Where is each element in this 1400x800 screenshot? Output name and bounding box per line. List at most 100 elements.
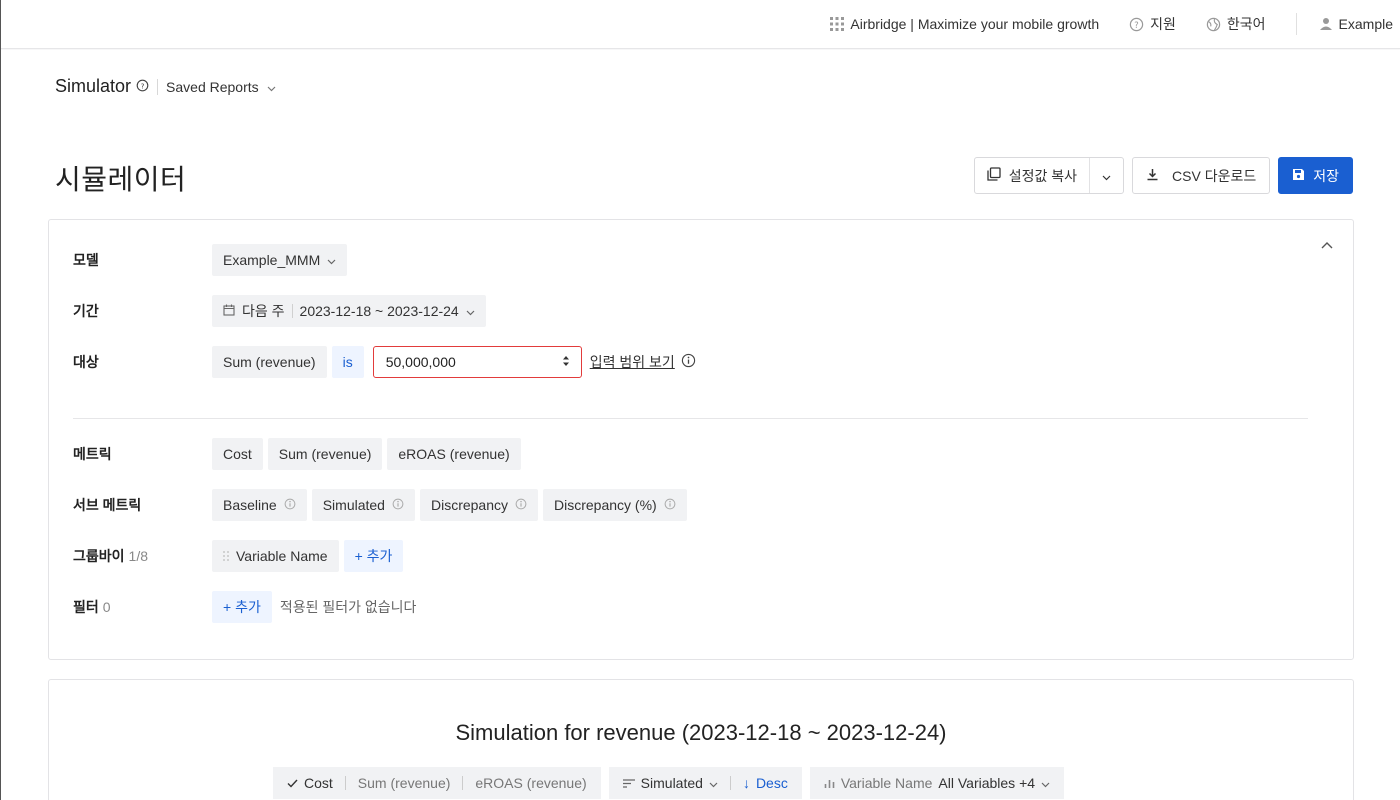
dimension-value: All Variables +4 [938,775,1036,791]
filter-row: 필터 0 + 추가 적용된 필터가 없습니다 [73,591,416,623]
globe-icon [1206,17,1221,32]
metric-chip[interactable]: eROAS (revenue) [387,438,521,470]
chevron-down-icon [327,252,336,268]
target-operator-chip[interactable]: is [331,346,364,378]
groupby-label: 그룹바이 [73,548,125,564]
top-bar: Airbridge | Maximize your mobile growth … [1,0,1400,49]
groupby-chip[interactable]: Variable Name [212,540,339,572]
period-label: 기간 [73,303,99,319]
page-content: Simulator ? Saved Reports 시뮬레이터 설정값 복사 C… [1,50,1400,800]
arrow-down-icon: ↓ [742,775,750,791]
filter-label-wrap: 필터 0 [73,597,212,617]
language-selector[interactable]: 한국어 [1206,14,1266,34]
drag-handle-icon[interactable] [223,548,229,564]
simulation-controls: Cost Sum (revenue) eROAS (revenue) Simul… [273,767,1065,799]
target-metric: Sum (revenue) [223,354,316,370]
breadcrumb: Simulator ? Saved Reports [55,76,276,97]
submetric-label: Discrepancy (%) [554,497,657,513]
saved-reports-label: Saved Reports [166,78,259,95]
submetric-label: Simulated [322,497,385,513]
app-switcher[interactable]: Airbridge | Maximize your mobile growth [830,16,1099,32]
dimension-selector[interactable]: Variable Name All Variables +4 [809,767,1065,799]
user-menu[interactable]: Example [1319,16,1393,32]
period-range: 2023-12-18 ~ 2023-12-24 [299,303,459,319]
save-label: 저장 [1313,167,1339,184]
saved-reports-dropdown[interactable]: Saved Reports [166,79,276,95]
filter-label: 필터 [73,599,99,615]
sort-direction[interactable]: Desc [756,775,788,791]
submetric-label: Discrepancy [430,497,508,513]
simulation-config-card: 모델 Example_MMM 기간 다음 주 2023-12-18 ~ 2023… [48,219,1354,660]
metric-chip[interactable]: Cost [212,438,263,470]
view-range-link[interactable]: 입력 범위 보기 [590,352,696,372]
metric-selected: Cost [304,775,333,791]
user-icon [1319,17,1333,31]
check-icon [287,775,298,791]
copy-settings-more-button[interactable] [1089,158,1123,193]
add-groupby-button[interactable]: + 추가 [343,540,404,572]
info-icon [664,497,676,513]
target-metric-chip[interactable]: Sum (revenue) [212,346,327,378]
submetrics-row: 서브 메트릭 Baseline Simulated Discrepancy Di… [73,489,692,521]
save-button[interactable]: 저장 [1278,157,1353,194]
support-label: 지원 [1150,16,1176,32]
copy-icon [987,167,1001,184]
submetric-label: Baseline [223,497,277,513]
header-actions: 설정값 복사 CSV 다운로드 저장 [973,157,1353,194]
model-row: 모델 Example_MMM [73,244,352,276]
period-divider [291,304,293,318]
no-filter-text: 적용된 필터가 없습니다 [279,599,417,615]
period-dropdown[interactable]: 다음 주 2023-12-18 ~ 2023-12-24 [212,295,486,327]
submetric-chip[interactable]: Simulated [311,489,415,521]
submetric-chip[interactable]: Discrepancy [419,489,538,521]
submetric-chip[interactable]: Discrepancy (%) [543,489,687,521]
grid-icon [830,17,845,31]
calendar-icon [223,303,235,319]
chevron-down-icon [1102,168,1111,184]
metric-selector[interactable]: Cost Sum (revenue) eROAS (revenue) [273,767,601,799]
info-icon [284,497,296,513]
info-icon [681,353,696,371]
target-label: 대상 [73,354,99,370]
svg-text:?: ? [1134,19,1138,29]
help-circle-icon[interactable]: ? [136,76,149,97]
help-circle-icon: ? [1129,17,1144,32]
csv-download-content: CSV 다운로드 [1133,158,1269,193]
groupby-label-wrap: 그룹바이 1/8 [73,546,212,566]
view-range-label: 입력 범위 보기 [589,354,675,370]
target-value-input[interactable]: 50,000,000 [372,346,582,378]
submetric-chip[interactable]: Baseline [212,489,307,521]
period-row: 기간 다음 주 2023-12-18 ~ 2023-12-24 [73,295,491,327]
info-icon [515,497,527,513]
breadcrumb-title: Simulator [55,76,132,96]
metric-chip[interactable]: Sum (revenue) [267,438,383,470]
simulation-result-card: Simulation for revenue (2023-12-18 ~ 202… [48,679,1354,800]
model-value: Example_MMM [223,252,321,268]
sort-icon [622,775,635,791]
model-dropdown[interactable]: Example_MMM [212,244,348,276]
metric-option[interactable]: Sum (revenue) [358,775,451,791]
target-value: 50,000,000 [385,354,456,370]
groupby-count: 1/8 [128,548,148,564]
save-icon [1292,168,1305,184]
divider [344,776,346,790]
stepper-icon[interactable] [561,354,571,371]
chevron-down-icon [267,79,276,95]
sort-selector[interactable]: Simulated ↓ Desc [608,767,802,799]
sort-by: Simulated [640,775,703,791]
language-label: 한국어 [1226,16,1266,32]
add-filter-button[interactable]: + 추가 [212,591,272,623]
submetrics-label: 서브 메트릭 [73,497,142,513]
download-icon [1146,168,1159,184]
target-row: 대상 Sum (revenue) is 50,000,000 입력 범위 보기 [73,346,696,378]
support-link[interactable]: ? 지원 [1129,14,1176,34]
copy-settings-button[interactable]: 설정값 복사 [975,158,1089,193]
copy-settings-button-group: 설정값 복사 [973,157,1125,194]
add-filter-label: + 추가 [223,599,261,615]
topbar-divider [1295,13,1297,35]
chevron-up-icon[interactable] [1321,236,1333,254]
groupby-item: Variable Name [236,548,328,564]
metric-option[interactable]: eROAS (revenue) [475,775,586,791]
section-divider [73,418,1308,419]
csv-download-button[interactable]: CSV 다운로드 [1132,157,1271,194]
